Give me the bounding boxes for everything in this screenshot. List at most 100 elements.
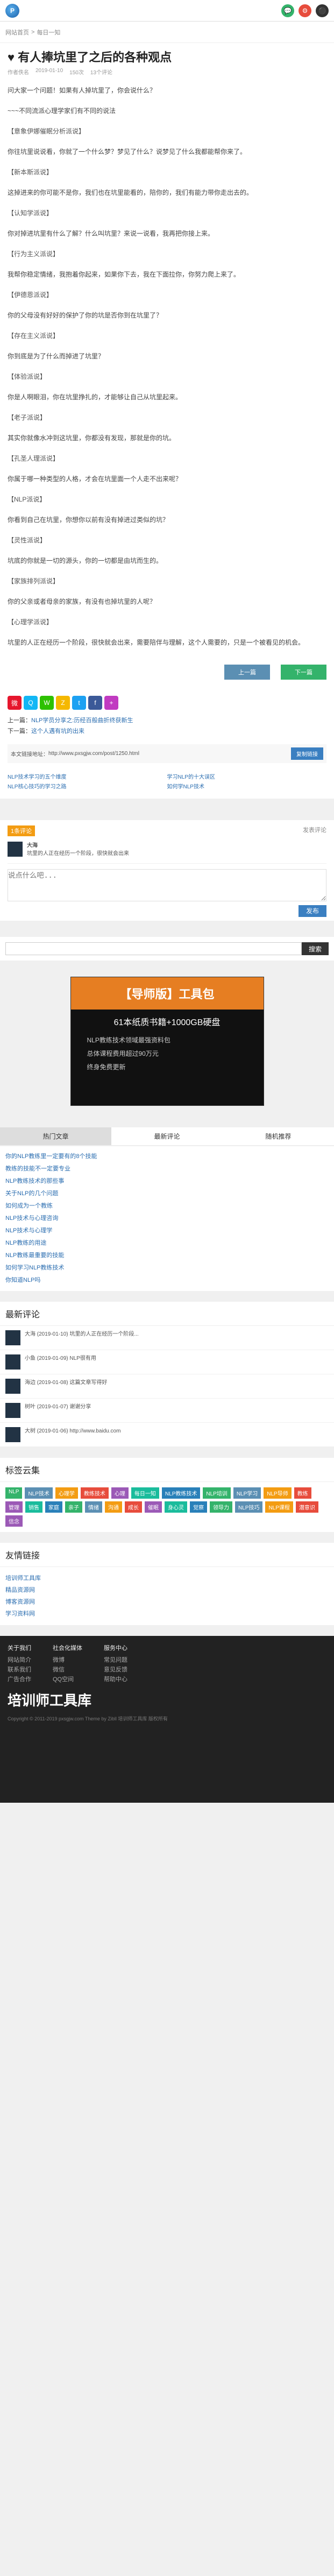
tag-item[interactable]: 教练技术 [80,1487,109,1499]
tag-item[interactable]: NLP [5,1487,23,1499]
tab-hot[interactable]: 热门文章 [0,1127,111,1145]
list-item[interactable]: NLP教练技术的那些事 [5,1175,329,1188]
tag-item[interactable]: NLP教练技术 [161,1487,201,1499]
next-post-link[interactable]: 这个人遇有坑的出来 [31,728,84,735]
tag-item[interactable]: 催眠 [145,1501,162,1513]
recent-comment[interactable]: 海边 (2019-01-08) 这篇文章写得好 [0,1374,334,1399]
twitter-icon[interactable]: t [72,696,86,710]
tab-random[interactable]: 随机推荐 [223,1127,334,1145]
tag-item[interactable]: NLP课程 [265,1501,293,1513]
menu-icon[interactable]: ⚫ [316,4,329,17]
avatar [5,1379,20,1394]
tag-item[interactable]: 教练 [294,1487,311,1499]
footer-link[interactable]: 常见问题 [104,1655,127,1665]
breadcrumb-current[interactable]: 每日一知 [37,28,60,37]
tag-item[interactable]: 亲子 [65,1501,82,1513]
footer-link[interactable]: 广告合作 [8,1675,31,1684]
tag-item[interactable]: NLP培训 [203,1487,231,1499]
tag-item[interactable]: NLP技巧 [235,1501,263,1513]
tag-item[interactable]: 潜意识 [295,1501,318,1513]
ad-banner[interactable]: 【导师版】工具包 61本纸质书籍+1000GB硬盘 NLP教练技术领域最强资料包… [70,977,264,1106]
tag-item[interactable]: 心理学 [55,1487,78,1499]
footer-link[interactable]: 微信 [53,1665,82,1675]
breadcrumb: 网站首页 > 每日一知 [0,22,334,43]
list-item[interactable]: NLP技术与心理学 [5,1225,329,1237]
next-button[interactable]: 下一篇 [281,665,326,680]
comment-input[interactable] [8,869,326,901]
ad-line4: 终身免费更新 [87,1063,126,1071]
related-item[interactable]: NLP技术学习的五个维度 [8,773,167,782]
article-paragraph: 你的父亲或者母亲的家族，有没有也掉坑里的人呢？ [8,598,157,605]
settings-icon[interactable]: ⚙ [299,4,311,17]
recent-comment[interactable]: 大海 (2019-01-10) 坑里的人正在经历一个阶段... [0,1326,334,1350]
footer-link[interactable]: 意见反馈 [104,1665,127,1675]
tag-item[interactable]: 信念 [5,1515,23,1527]
tag-item[interactable]: 销售 [25,1501,42,1513]
qq-icon[interactable]: Q [24,696,38,710]
plus-icon[interactable]: + [104,696,118,710]
ad-line3: 总体课程费用超过90万元 [87,1050,159,1057]
article: ♥ 有人捧坑里了之后的各种观点 作者佚名 2019-01-10 150次 13个… [0,43,334,799]
link-item[interactable]: 博客资源网 [5,1596,329,1608]
tag-item[interactable]: 沟通 [105,1501,122,1513]
link-item[interactable]: 培训师工具库 [5,1572,329,1584]
list-item[interactable]: NLP技术与心理咨询 [5,1212,329,1225]
wechat-icon[interactable]: W [40,696,54,710]
footer-link[interactable]: QQ空间 [53,1675,82,1684]
recent-comment[interactable]: 大树 (2019-01-06) http://www.baidu.com [0,1423,334,1447]
link-item[interactable]: 精品资源网 [5,1584,329,1596]
tag-item[interactable]: NLP学习 [233,1487,261,1499]
avatar [5,1330,20,1345]
list-item[interactable]: 教练的技能不一定要专业 [5,1163,329,1175]
search-button[interactable]: 搜索 [302,942,329,955]
list-item[interactable]: 如何学习NLP教练技术 [5,1262,329,1274]
list-item[interactable]: NLP教练最重要的技能 [5,1250,329,1262]
list-item[interactable]: 如何成为一个教练 [5,1200,329,1212]
list-item[interactable]: 关于NLP的几个问题 [5,1188,329,1200]
comment-submit-button[interactable]: 发布 [298,905,326,917]
tab-latest-comments[interactable]: 最新评论 [111,1127,223,1145]
footer-link[interactable]: 联系我们 [8,1665,31,1675]
list-item[interactable]: 你的NLP教练里一定要有的8个技能 [5,1151,329,1163]
tag-item[interactable]: 身心灵 [165,1501,187,1513]
tag-item[interactable]: 成长 [125,1501,142,1513]
comment-user[interactable]: 大海 [27,843,38,849]
tag-item[interactable]: 觉察 [190,1501,207,1513]
recent-comment[interactable]: 小鱼 (2019-01-09) NLP很有用 [0,1350,334,1374]
recent-comment-text: 大海 (2019-01-10) 坑里的人正在经历一个阶段... [25,1331,139,1337]
copy-button[interactable]: 复制链接 [291,747,323,760]
related-item[interactable]: 学习NLP的十大误区 [167,773,327,782]
site-logo[interactable]: P [5,3,19,18]
facebook-icon[interactable]: f [88,696,102,710]
comment-reply-label[interactable]: 发表评论 [303,825,326,836]
search-input[interactable] [5,942,302,955]
tag-item[interactable]: NLP导师 [264,1487,292,1499]
breadcrumb-home[interactable]: 网站首页 [5,28,29,37]
related-item[interactable]: NLP核心技巧的学习之路 [8,782,167,792]
qzone-icon[interactable]: Z [56,696,70,710]
article-paragraph: 你是人啊眼泪，你在坑里挣扎的，才能够让自己从坑里起来。 [8,393,182,401]
footer-link[interactable]: 帮助中心 [104,1675,127,1684]
tag-item[interactable]: NLP技术 [25,1487,53,1499]
related-item[interactable]: 如何学NLP技术 [167,782,327,792]
prev-post-link[interactable]: NLP学员分享之:历经百般曲折终获新生 [31,717,133,724]
footer-link[interactable]: 网站简介 [8,1655,31,1665]
tag-item[interactable]: 领导力 [210,1501,232,1513]
list-item[interactable]: 你知道NLP吗 [5,1274,329,1287]
tag-item[interactable]: 每日一知 [131,1487,159,1499]
chat-icon[interactable]: 💬 [281,4,294,17]
copy-url[interactable]: http://www.pxsgjw.com/post/1250.html [48,751,139,757]
list-item[interactable]: NLP教练的用途 [5,1237,329,1250]
link-item[interactable]: 学习资料网 [5,1608,329,1620]
weibo-icon[interactable]: 微 [8,696,22,710]
tag-item[interactable]: 家庭 [45,1501,62,1513]
tag-item[interactable]: 心理 [111,1487,129,1499]
tag-item[interactable]: 管理 [5,1501,23,1513]
recent-comment[interactable]: 树叶 (2019-01-07) 谢谢分享 [0,1399,334,1423]
meta-views: 150次 [69,70,84,76]
footer-column: 服务中心 常见问题 意见反馈 帮助中心 [104,1643,127,1684]
prev-button[interactable]: 上一篇 [224,665,270,680]
footer-link[interactable]: 微博 [53,1655,82,1665]
article-paragraph: 【老子派说】 [8,414,47,421]
tag-item[interactable]: 情绪 [85,1501,102,1513]
